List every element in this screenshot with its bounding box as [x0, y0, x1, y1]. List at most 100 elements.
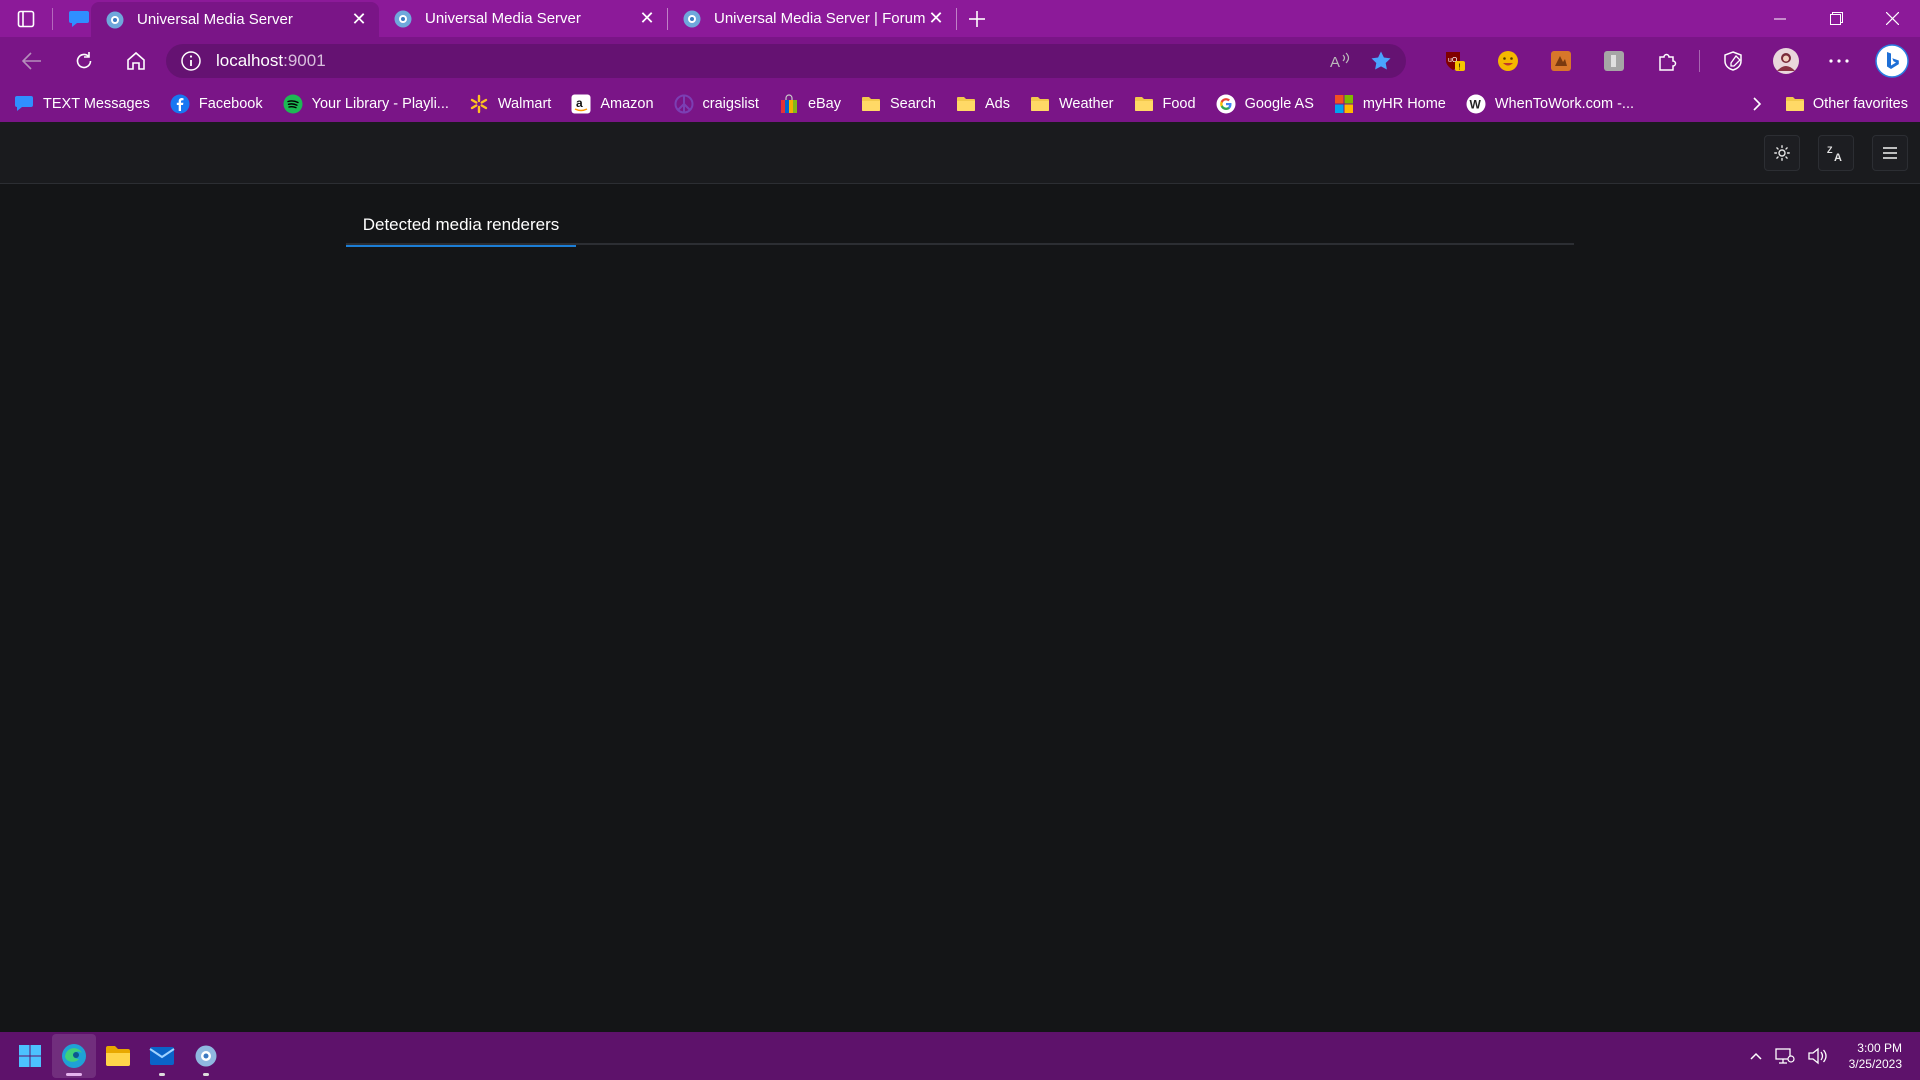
theme-toggle-button[interactable]	[1764, 134, 1800, 171]
taskbar-mail[interactable]	[140, 1034, 184, 1078]
google-icon	[1216, 94, 1236, 114]
arrow-left-icon	[22, 52, 41, 70]
ebay-bag-icon	[779, 93, 799, 114]
hamburger-menu-icon	[1883, 146, 1897, 159]
settings-more-icon[interactable]	[1812, 41, 1865, 81]
bookmark-label: myHR Home	[1362, 95, 1446, 112]
tab-close-icon[interactable]: ✕	[349, 9, 369, 30]
address-bar[interactable]: localhost:9001 A	[166, 44, 1406, 78]
minimize-button[interactable]	[1752, 0, 1808, 37]
tab-actions-icon[interactable]	[14, 7, 38, 31]
amazon-icon: a	[571, 94, 591, 114]
svg-text:W: W	[1469, 97, 1481, 111]
gray-extension-icon[interactable]	[1587, 41, 1640, 81]
ublock-extension-icon[interactable]: uO!	[1428, 41, 1481, 81]
bookmark-spotify[interactable]: Your Library - Playli...	[283, 94, 449, 114]
bookmark-facebook[interactable]: Facebook	[170, 94, 263, 114]
tab-title: Universal Media Server | Forum -	[714, 10, 926, 27]
url-text[interactable]: localhost:9001	[216, 51, 1330, 71]
bookmark-walmart[interactable]: Walmart	[469, 94, 551, 114]
bookmark-label: eBay	[807, 95, 841, 112]
ums-gear-icon	[394, 10, 412, 27]
menu-button[interactable]	[1872, 134, 1908, 171]
bookmark-google-as[interactable]: Google AS	[1216, 94, 1314, 114]
other-favorites-folder[interactable]: Other favorites	[1785, 95, 1908, 113]
start-button[interactable]	[8, 1034, 52, 1078]
browser-toolbar: localhost:9001 A uO!	[0, 37, 1920, 85]
chevron-right-icon	[1753, 96, 1762, 111]
bookmark-folder-weather[interactable]: Weather	[1030, 94, 1114, 114]
bookmark-myhr-home[interactable]: myHR Home	[1334, 94, 1446, 114]
url-port: :9001	[283, 51, 326, 70]
content-tabs: Detected media renderers	[346, 205, 1574, 247]
language-button[interactable]: ZA	[1818, 134, 1854, 171]
plus-icon	[969, 10, 985, 27]
bookmark-label: Weather	[1058, 95, 1114, 112]
close-icon	[1885, 12, 1899, 25]
ums-gear-icon	[683, 10, 701, 27]
tab-close-icon[interactable]: ✕	[637, 8, 657, 29]
bookmark-text-messages[interactable]: TEXT Messages	[14, 94, 150, 114]
bookmark-label: WhenToWork.com -...	[1494, 95, 1634, 112]
windows-logo-icon	[19, 1045, 41, 1067]
folder-icon	[1134, 94, 1154, 114]
browser-essentials-icon[interactable]	[1706, 41, 1759, 81]
minimize-icon	[1774, 18, 1786, 19]
app-header: ZA	[0, 122, 1920, 184]
taskbar-edge[interactable]	[52, 1034, 96, 1078]
tab-title: Universal Media Server	[137, 11, 293, 28]
tab-universal-media-server-1[interactable]: Universal Media Server ✕	[91, 2, 379, 37]
folder-icon	[956, 94, 976, 114]
read-aloud-icon[interactable]: A	[1330, 51, 1352, 71]
messages-workspace-icon[interactable]	[67, 7, 91, 31]
bookmark-folder-ads[interactable]: Ads	[956, 94, 1010, 114]
microsoft-icon	[1334, 94, 1354, 114]
bookmark-folder-food[interactable]: Food	[1134, 94, 1196, 114]
orange-extension-icon[interactable]	[1534, 41, 1587, 81]
bookmark-whentowork[interactable]: W WhenToWork.com -...	[1466, 94, 1634, 114]
taskbar-universal-media-server[interactable]	[184, 1034, 228, 1078]
bookmark-folder-search[interactable]: Search	[861, 94, 936, 114]
file-explorer-icon	[106, 1046, 130, 1066]
svg-text:A: A	[1834, 152, 1842, 162]
bookmark-label: Your Library - Playli...	[311, 95, 449, 112]
translate-icon: ZA	[1827, 145, 1842, 162]
back-button[interactable]	[6, 41, 58, 81]
walmart-spark-icon	[469, 94, 489, 114]
running-indicator	[159, 1073, 165, 1076]
taskbar-file-explorer[interactable]	[96, 1034, 140, 1078]
folder-icon	[1785, 95, 1805, 113]
bookmark-label: Amazon	[600, 95, 654, 112]
network-icon[interactable]	[1774, 1047, 1795, 1065]
tab-universal-media-server-forum[interactable]: Universal Media Server | Forum - ✕	[668, 0, 956, 37]
chevron-up-icon[interactable]	[1749, 1051, 1763, 1061]
facebook-icon	[170, 94, 190, 114]
bookmark-ebay[interactable]: eBay	[779, 93, 841, 114]
profile-avatar[interactable]	[1759, 41, 1812, 81]
home-button[interactable]	[110, 41, 162, 81]
bookmark-label: Google AS	[1244, 95, 1314, 112]
extensions-puzzle-icon[interactable]	[1640, 41, 1693, 81]
tab-detected-media-renderers[interactable]: Detected media renderers	[346, 205, 576, 247]
bookmark-amazon[interactable]: a Amazon	[571, 94, 654, 114]
refresh-button[interactable]	[58, 41, 110, 81]
site-info-icon[interactable]	[180, 50, 202, 72]
active-indicator	[66, 1073, 82, 1076]
favorite-star-icon[interactable]	[1370, 50, 1392, 72]
restore-button[interactable]	[1808, 0, 1864, 37]
w-circle-icon: W	[1466, 94, 1486, 114]
more-favorites-button[interactable]	[1737, 96, 1777, 112]
favorites-bar: TEXT Messages Facebook Your Library - Pl…	[0, 85, 1920, 122]
svg-text:Z: Z	[1827, 145, 1833, 155]
tab-universal-media-server-2[interactable]: Universal Media Server ✕	[379, 0, 667, 37]
sun-icon	[1774, 144, 1790, 161]
toolbar-divider	[1699, 50, 1700, 72]
volume-icon[interactable]	[1807, 1047, 1827, 1065]
clock[interactable]: 3:00 PM 3/25/2023	[1849, 1040, 1902, 1072]
emoji-extension-icon[interactable]	[1481, 41, 1534, 81]
close-window-button[interactable]	[1864, 0, 1920, 37]
bookmark-craigslist[interactable]: craigslist	[674, 94, 759, 114]
tab-close-icon[interactable]: ✕	[926, 8, 946, 29]
bing-copilot-icon[interactable]	[1865, 41, 1918, 81]
new-tab-button[interactable]	[957, 0, 997, 37]
